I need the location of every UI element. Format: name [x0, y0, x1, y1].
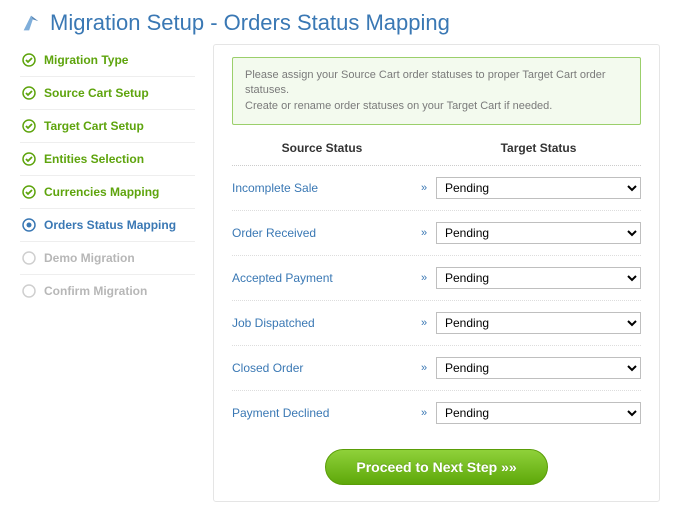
target-status-select[interactable]: Pending [436, 267, 641, 289]
sidebar-item-target-cart-setup[interactable]: Target Cart Setup [20, 110, 195, 143]
sidebar-item-label: Migration Type [44, 53, 128, 67]
target-status-cell: Pending [436, 312, 641, 334]
source-status-label[interactable]: Closed Order [232, 361, 412, 375]
col-header-target: Target Status [436, 141, 641, 155]
sidebar-item-label: Target Cart Setup [44, 119, 144, 133]
sidebar-item-label: Confirm Migration [44, 284, 147, 298]
check-circle-icon [22, 119, 36, 133]
target-status-select[interactable]: Pending [436, 222, 641, 244]
mapping-row: Closed Order»Pending [232, 346, 641, 391]
col-header-spacer [412, 141, 436, 155]
info-text-line: Create or rename order statuses on your … [245, 99, 628, 114]
arrow-icon: » [412, 272, 436, 284]
target-status-cell: Pending [436, 402, 641, 424]
arrow-icon: » [412, 182, 436, 194]
check-circle-icon [22, 185, 36, 199]
sidebar-item-label: Source Cart Setup [44, 86, 149, 100]
sidebar-item-label: Entities Selection [44, 152, 144, 166]
mapping-header: Source Status Target Status [232, 139, 641, 166]
check-circle-icon [22, 86, 36, 100]
mapping-row: Job Dispatched»Pending [232, 301, 641, 346]
target-status-cell: Pending [436, 267, 641, 289]
page-title: Migration Setup - Orders Status Mapping [50, 10, 450, 36]
mapping-row: Accepted Payment»Pending [232, 256, 641, 301]
target-status-cell: Pending [436, 177, 641, 199]
sidebar-item-confirm-migration[interactable]: Confirm Migration [20, 275, 195, 307]
mapping-row: Payment Declined»Pending [232, 391, 641, 435]
arrow-icon: » [412, 362, 436, 374]
main-panel: Please assign your Source Cart order sta… [213, 44, 660, 502]
source-status-label[interactable]: Payment Declined [232, 406, 412, 420]
arrow-icon: » [412, 227, 436, 239]
info-box: Please assign your Source Cart order sta… [232, 57, 641, 125]
target-status-select[interactable]: Pending [436, 402, 641, 424]
target-status-cell: Pending [436, 222, 641, 244]
sidebar-item-source-cart-setup[interactable]: Source Cart Setup [20, 77, 195, 110]
check-circle-icon [22, 53, 36, 67]
mapping-row: Incomplete Sale»Pending [232, 166, 641, 211]
sidebar-item-orders-status-mapping[interactable]: Orders Status Mapping [20, 209, 195, 242]
radio-selected-icon [22, 218, 36, 232]
source-status-label[interactable]: Job Dispatched [232, 316, 412, 330]
proceed-button[interactable]: Proceed to Next Step »» [325, 449, 547, 485]
arrow-icon: » [412, 407, 436, 419]
target-status-select[interactable]: Pending [436, 177, 641, 199]
source-status-label[interactable]: Order Received [232, 226, 412, 240]
sidebar-item-demo-migration[interactable]: Demo Migration [20, 242, 195, 275]
sidebar-item-entities-selection[interactable]: Entities Selection [20, 143, 195, 176]
col-header-source: Source Status [232, 141, 412, 155]
target-status-select[interactable]: Pending [436, 357, 641, 379]
source-status-label[interactable]: Incomplete Sale [232, 181, 412, 195]
sidebar-item-label: Currencies Mapping [44, 185, 159, 199]
arrow-icon: » [412, 317, 436, 329]
wizard-sidebar: Migration Type Source Cart Setup Target Ca… [20, 44, 195, 502]
mapping-row: Order Received»Pending [232, 211, 641, 256]
target-status-select[interactable]: Pending [436, 312, 641, 334]
sidebar-item-currencies-mapping[interactable]: Currencies Mapping [20, 176, 195, 209]
sidebar-item-migration-type[interactable]: Migration Type [20, 44, 195, 77]
header: Migration Setup - Orders Status Mapping [20, 10, 660, 36]
sidebar-item-label: Orders Status Mapping [44, 218, 176, 232]
check-circle-icon [22, 152, 36, 166]
info-text-line: Please assign your Source Cart order sta… [245, 68, 628, 99]
source-status-label[interactable]: Accepted Payment [232, 271, 412, 285]
radio-empty-icon [22, 251, 36, 265]
sidebar-item-label: Demo Migration [44, 251, 135, 265]
app-logo-icon [20, 12, 42, 34]
radio-empty-icon [22, 284, 36, 298]
target-status-cell: Pending [436, 357, 641, 379]
